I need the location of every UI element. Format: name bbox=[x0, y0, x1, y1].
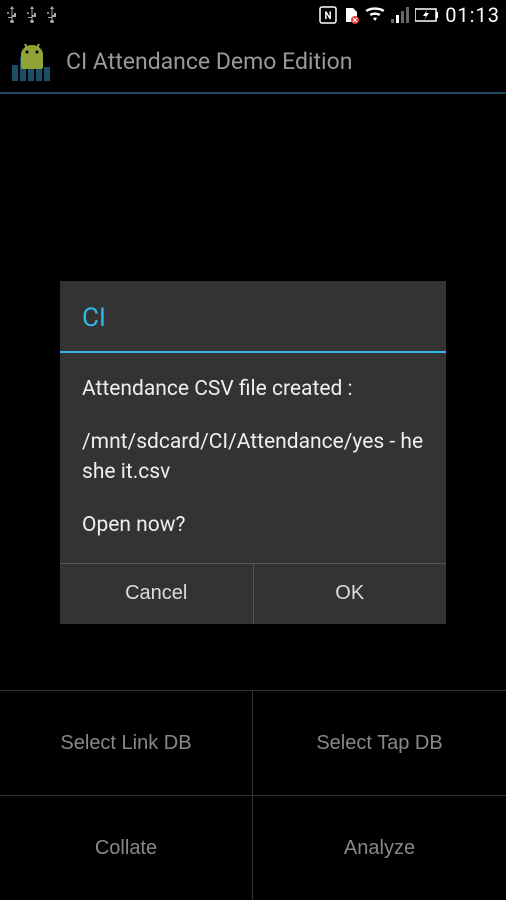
action-bar: CI Attendance Demo Edition bbox=[0, 30, 506, 94]
ok-button[interactable]: OK bbox=[254, 564, 447, 624]
signal-icon bbox=[391, 7, 409, 23]
select-link-db-button[interactable]: Select Link DB bbox=[0, 690, 253, 795]
app-icon bbox=[8, 37, 56, 85]
status-right: N 01:13 bbox=[319, 3, 500, 27]
nfc-icon: N bbox=[319, 6, 337, 24]
dialog-message-2: /mnt/sdcard/CI/Attendance/yes - he she i… bbox=[82, 428, 424, 487]
analyze-button[interactable]: Analyze bbox=[253, 795, 506, 900]
status-left bbox=[6, 6, 58, 24]
button-grid: Select Link DB Select Tap DB Collate Ana… bbox=[0, 690, 506, 900]
select-tap-db-button[interactable]: Select Tap DB bbox=[253, 690, 506, 795]
dialog-title: CI bbox=[60, 281, 446, 353]
app-title: CI Attendance Demo Edition bbox=[66, 48, 352, 75]
sim-error-icon bbox=[343, 6, 359, 24]
battery-icon bbox=[415, 8, 439, 22]
usb-icon bbox=[6, 6, 18, 24]
usb-icon bbox=[26, 6, 38, 24]
wifi-icon bbox=[365, 7, 385, 23]
dialog-body: Attendance CSV file created : /mnt/sdcar… bbox=[60, 353, 446, 563]
dialog-message-1: Attendance CSV file created : bbox=[82, 375, 424, 404]
dialog-actions: Cancel OK bbox=[60, 563, 446, 624]
cancel-button[interactable]: Cancel bbox=[60, 564, 254, 624]
clock: 01:13 bbox=[445, 3, 500, 27]
dialog-message-3: Open now? bbox=[82, 511, 424, 540]
svg-text:N: N bbox=[325, 11, 332, 22]
dialog: CI Attendance CSV file created : /mnt/sd… bbox=[60, 281, 446, 624]
status-bar: N 01:13 bbox=[0, 0, 506, 30]
collate-button[interactable]: Collate bbox=[0, 795, 253, 900]
usb-icon bbox=[46, 6, 58, 24]
